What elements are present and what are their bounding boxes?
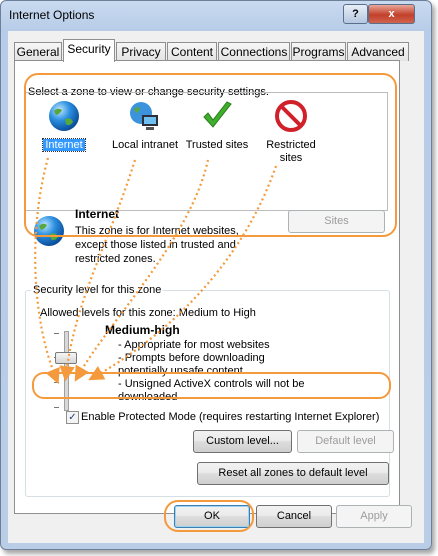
intranet-icon — [130, 102, 158, 130]
level-description: - Appropriate for most websites - Prompt… — [118, 339, 308, 404]
close-button[interactable]: x — [368, 4, 415, 24]
zone-label-trusted-sites: Trusted sites — [185, 139, 249, 151]
restricted-icon — [275, 100, 307, 132]
zone-label-internet: Internet — [42, 138, 86, 152]
tab-advanced[interactable]: Advanced — [347, 42, 409, 61]
security-level-slider[interactable] — [26, 331, 86, 411]
level-point: - Prompts before downloading potentially… — [118, 352, 265, 377]
tab-privacy[interactable]: Privacy — [116, 42, 166, 61]
tab-programs[interactable]: Programs — [291, 42, 346, 61]
tab-connections[interactable]: Connections — [218, 42, 290, 61]
security-level-title: Security level for this zone — [31, 284, 164, 296]
zone-list: Internet Local intranet Trusted sites Re… — [24, 92, 388, 211]
internet-options-window: Internet Options ? x General Security Pr… — [0, 0, 432, 550]
checkmark-icon — [203, 101, 232, 128]
globe-icon — [49, 101, 79, 131]
cancel-button[interactable]: Cancel — [256, 505, 332, 528]
default-level-button[interactable]: Default level — [297, 430, 394, 453]
allowed-levels-text: Allowed levels for this zone: Medium to … — [40, 307, 256, 319]
tab-security[interactable]: Security — [63, 39, 115, 62]
tab-general[interactable]: General — [14, 42, 62, 61]
protected-mode-label[interactable]: Enable Protected Mode (requires restarti… — [81, 411, 379, 423]
sites-button[interactable]: Sites — [288, 210, 385, 233]
zone-trusted-sites[interactable]: Trusted sites — [183, 99, 251, 155]
globe-icon — [34, 216, 64, 246]
zone-label-restricted-sites: Restricted sites — [266, 139, 316, 164]
apply-button[interactable]: Apply — [336, 505, 412, 528]
security-panel: Select a zone to view or change security… — [14, 60, 400, 514]
zone-description: This zone is for Internet websites, exce… — [75, 225, 239, 265]
help-button[interactable]: ? — [343, 4, 368, 24]
zone-title: Internet — [75, 207, 120, 221]
dialog-client: General Security Privacy Content Connect… — [8, 31, 424, 543]
custom-level-button[interactable]: Custom level... — [193, 430, 292, 453]
level-name: Medium-high — [105, 323, 180, 337]
zone-restricted-sites[interactable]: Restricted sites — [261, 99, 321, 169]
reset-all-zones-button[interactable]: Reset all zones to default level — [197, 462, 389, 485]
slider-thumb[interactable] — [55, 352, 77, 364]
window-title: Internet Options — [9, 8, 95, 22]
title-bar[interactable]: Internet Options ? x — [1, 1, 431, 29]
level-point: - Appropriate for most websites — [118, 339, 270, 351]
tab-content[interactable]: Content — [167, 42, 217, 61]
ok-button[interactable]: OK — [174, 505, 250, 528]
protected-mode-checkbox[interactable]: ✓ — [66, 411, 79, 424]
level-point: - Unsigned ActiveX controls will not be … — [118, 378, 305, 403]
zone-local-intranet[interactable]: Local intranet — [107, 99, 183, 155]
zone-internet[interactable]: Internet — [34, 99, 94, 155]
zone-label-local-intranet: Local intranet — [111, 139, 179, 151]
